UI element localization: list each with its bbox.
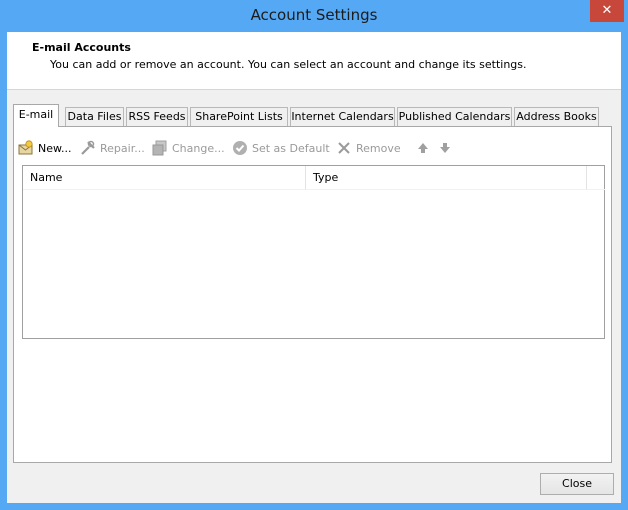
accounts-list[interactable]: Name Type <box>22 165 605 339</box>
tab-email[interactable]: E-mail <box>13 104 59 127</box>
repair-button-label: Repair... <box>100 141 145 155</box>
close-button[interactable]: Close <box>540 473 614 495</box>
window-title: Account Settings <box>250 6 378 24</box>
account-settings-window: Account Settings ✕ E-mail Accounts You c… <box>0 0 628 510</box>
tab-sharepoint-lists[interactable]: SharePoint Lists <box>190 107 288 126</box>
new-button[interactable]: New... <box>18 137 71 159</box>
arrow-down-icon <box>437 140 453 156</box>
tab-data-files[interactable]: Data Files <box>65 107 124 126</box>
checkmark-circle-icon <box>232 140 248 156</box>
column-header-name[interactable]: Name <box>23 166 306 190</box>
dialog-client-area: E-mail Accounts You can add or remove an… <box>7 32 621 503</box>
set-as-default-button[interactable]: Set as Default <box>232 137 330 159</box>
header-subtitle: You can add or remove an account. You ca… <box>50 58 527 71</box>
repair-button[interactable]: Repair... <box>80 137 145 159</box>
repair-tools-icon <box>80 140 96 156</box>
tab-internet-calendars[interactable]: Internet Calendars <box>290 107 395 126</box>
change-button-label: Change... <box>172 141 225 155</box>
remove-x-icon <box>336 140 352 156</box>
new-account-icon <box>18 140 34 156</box>
change-icon <box>152 140 168 156</box>
title-bar[interactable]: Account Settings ✕ <box>0 0 628 32</box>
move-down-button[interactable] <box>437 137 453 159</box>
tab-address-books[interactable]: Address Books <box>514 107 599 126</box>
remove-button-label: Remove <box>356 141 401 155</box>
move-up-button[interactable] <box>415 137 431 159</box>
new-button-label: New... <box>38 141 72 155</box>
tab-rss-feeds[interactable]: RSS Feeds <box>126 107 188 126</box>
arrow-up-icon <box>415 140 431 156</box>
column-header-type[interactable]: Type <box>306 166 587 190</box>
accounts-toolbar: New... Repair... Change... Set as Defaul… <box>14 137 611 159</box>
header-panel: E-mail Accounts You can add or remove an… <box>7 32 621 90</box>
tab-published-calendars[interactable]: Published Calendars <box>397 107 512 126</box>
column-header-filler <box>587 166 605 190</box>
set-as-default-button-label: Set as Default <box>252 141 330 155</box>
header-title: E-mail Accounts <box>32 41 131 54</box>
email-tab-panel: New... Repair... Change... Set as Defaul… <box>13 126 612 463</box>
remove-button[interactable]: Remove <box>336 137 401 159</box>
change-button[interactable]: Change... <box>152 137 225 159</box>
window-close-button[interactable]: ✕ <box>590 0 624 22</box>
